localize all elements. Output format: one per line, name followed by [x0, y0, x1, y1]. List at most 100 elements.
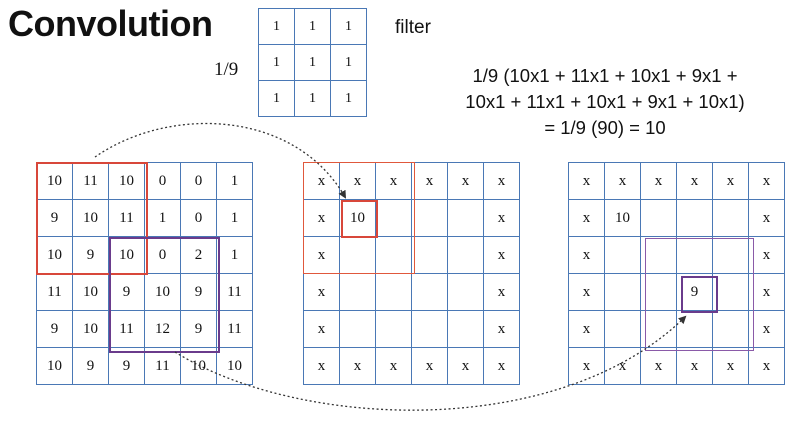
filter-grid: 1 1 1 1 1 1 1 1 1 [258, 8, 367, 117]
output-cell: x [339, 347, 376, 385]
output-cell: x [447, 162, 484, 200]
output-cell: x [303, 273, 340, 311]
output-cell: x [568, 310, 605, 348]
filter-cell: 1 [258, 44, 295, 81]
filter-cell: 1 [330, 80, 367, 117]
output-cell: x [483, 347, 520, 385]
input-cell: 9 [72, 236, 109, 274]
input-cell: 0 [144, 236, 181, 274]
output-cell [712, 273, 749, 311]
input-cell: 10 [72, 199, 109, 237]
input-cell: 10 [36, 236, 73, 274]
output-cell: x [375, 347, 412, 385]
output-cell [447, 199, 484, 237]
output-cell: x [568, 236, 605, 274]
input-cell: 10 [108, 162, 145, 200]
output-cell: x [748, 162, 785, 200]
input-cell: 1 [216, 199, 253, 237]
input-cell: 9 [180, 310, 217, 348]
output-cell: x [483, 273, 520, 311]
input-cell: 11 [216, 273, 253, 311]
output-cell: x [568, 273, 605, 311]
output-cell: x [483, 310, 520, 348]
output-cell: x [447, 347, 484, 385]
output-cell: x [748, 273, 785, 311]
output-cell: x [748, 199, 785, 237]
filter-cell: 1 [258, 8, 295, 45]
output-cell: x [640, 347, 677, 385]
input-cell: 1 [216, 236, 253, 274]
output-cell [712, 310, 749, 348]
output-cell: x [712, 162, 749, 200]
output-cell: x [604, 162, 641, 200]
input-cell: 10 [108, 236, 145, 274]
input-cell: 12 [144, 310, 181, 348]
output-cell: x [411, 162, 448, 200]
input-cell: 11 [108, 310, 145, 348]
output-cell: x [604, 347, 641, 385]
filter-scale-label: 1/9 [214, 59, 239, 80]
output-cell: x [483, 236, 520, 274]
input-cell: 9 [180, 273, 217, 311]
output-cell: x [303, 347, 340, 385]
input-cell: 10 [180, 347, 217, 385]
output-cell: x [375, 162, 412, 200]
output-cell: 10 [339, 199, 376, 237]
output-cell [676, 236, 713, 274]
filter-cell: 1 [294, 44, 331, 81]
input-cell: 2 [180, 236, 217, 274]
output-cell [411, 310, 448, 348]
output-cell [676, 199, 713, 237]
output-cell [411, 199, 448, 237]
input-cell: 11 [216, 310, 253, 348]
input-cell: 1 [144, 199, 181, 237]
output-cell: x [748, 347, 785, 385]
output-grid-first-step: x x x x x x x 10 x x x x x x x x x x x x… [303, 162, 520, 385]
input-cell: 9 [36, 199, 73, 237]
output-cell: x [303, 199, 340, 237]
output-cell [712, 199, 749, 237]
input-cell: 9 [108, 273, 145, 311]
output-cell [640, 273, 677, 311]
output-cell [375, 273, 412, 311]
output-cell: 9 [676, 273, 713, 311]
output-cell [375, 310, 412, 348]
output-cell: x [568, 347, 605, 385]
input-cell: 11 [72, 162, 109, 200]
output-cell [640, 236, 677, 274]
input-cell: 9 [72, 347, 109, 385]
input-cell: 0 [144, 162, 181, 200]
output-cell: x [303, 236, 340, 274]
input-cell: 9 [108, 347, 145, 385]
filter-cell: 1 [330, 44, 367, 81]
output-grid-later-step: x x x x x x x 10 x x x x 9 x x x x x x x… [568, 162, 785, 385]
input-cell: 10 [216, 347, 253, 385]
output-cell: x [748, 310, 785, 348]
input-grid: 10 11 10 0 0 1 9 10 11 1 0 1 10 9 10 0 2… [36, 162, 253, 385]
input-cell: 11 [36, 273, 73, 311]
output-cell [604, 273, 641, 311]
output-cell [712, 236, 749, 274]
output-cell [447, 236, 484, 274]
output-cell: 10 [604, 199, 641, 237]
formula-result: = 1/9 (90) = 10 [544, 117, 666, 138]
input-cell: 10 [144, 273, 181, 311]
input-cell: 10 [72, 310, 109, 348]
output-cell: x [411, 347, 448, 385]
formula-line: 10x1 + 11x1 + 10x1 + 9x1 + 10x1) [465, 91, 745, 112]
output-cell [375, 199, 412, 237]
output-cell [339, 273, 376, 311]
output-cell [411, 273, 448, 311]
output-cell [640, 310, 677, 348]
output-cell: x [676, 347, 713, 385]
output-cell [604, 310, 641, 348]
output-cell: x [640, 162, 677, 200]
page-title: Convolution [8, 3, 213, 44]
input-cell: 9 [36, 310, 73, 348]
input-cell: 10 [72, 273, 109, 311]
output-cell: x [339, 162, 376, 200]
output-cell: x [712, 347, 749, 385]
filter-cell: 1 [330, 8, 367, 45]
output-cell [640, 199, 677, 237]
input-cell: 10 [36, 347, 73, 385]
